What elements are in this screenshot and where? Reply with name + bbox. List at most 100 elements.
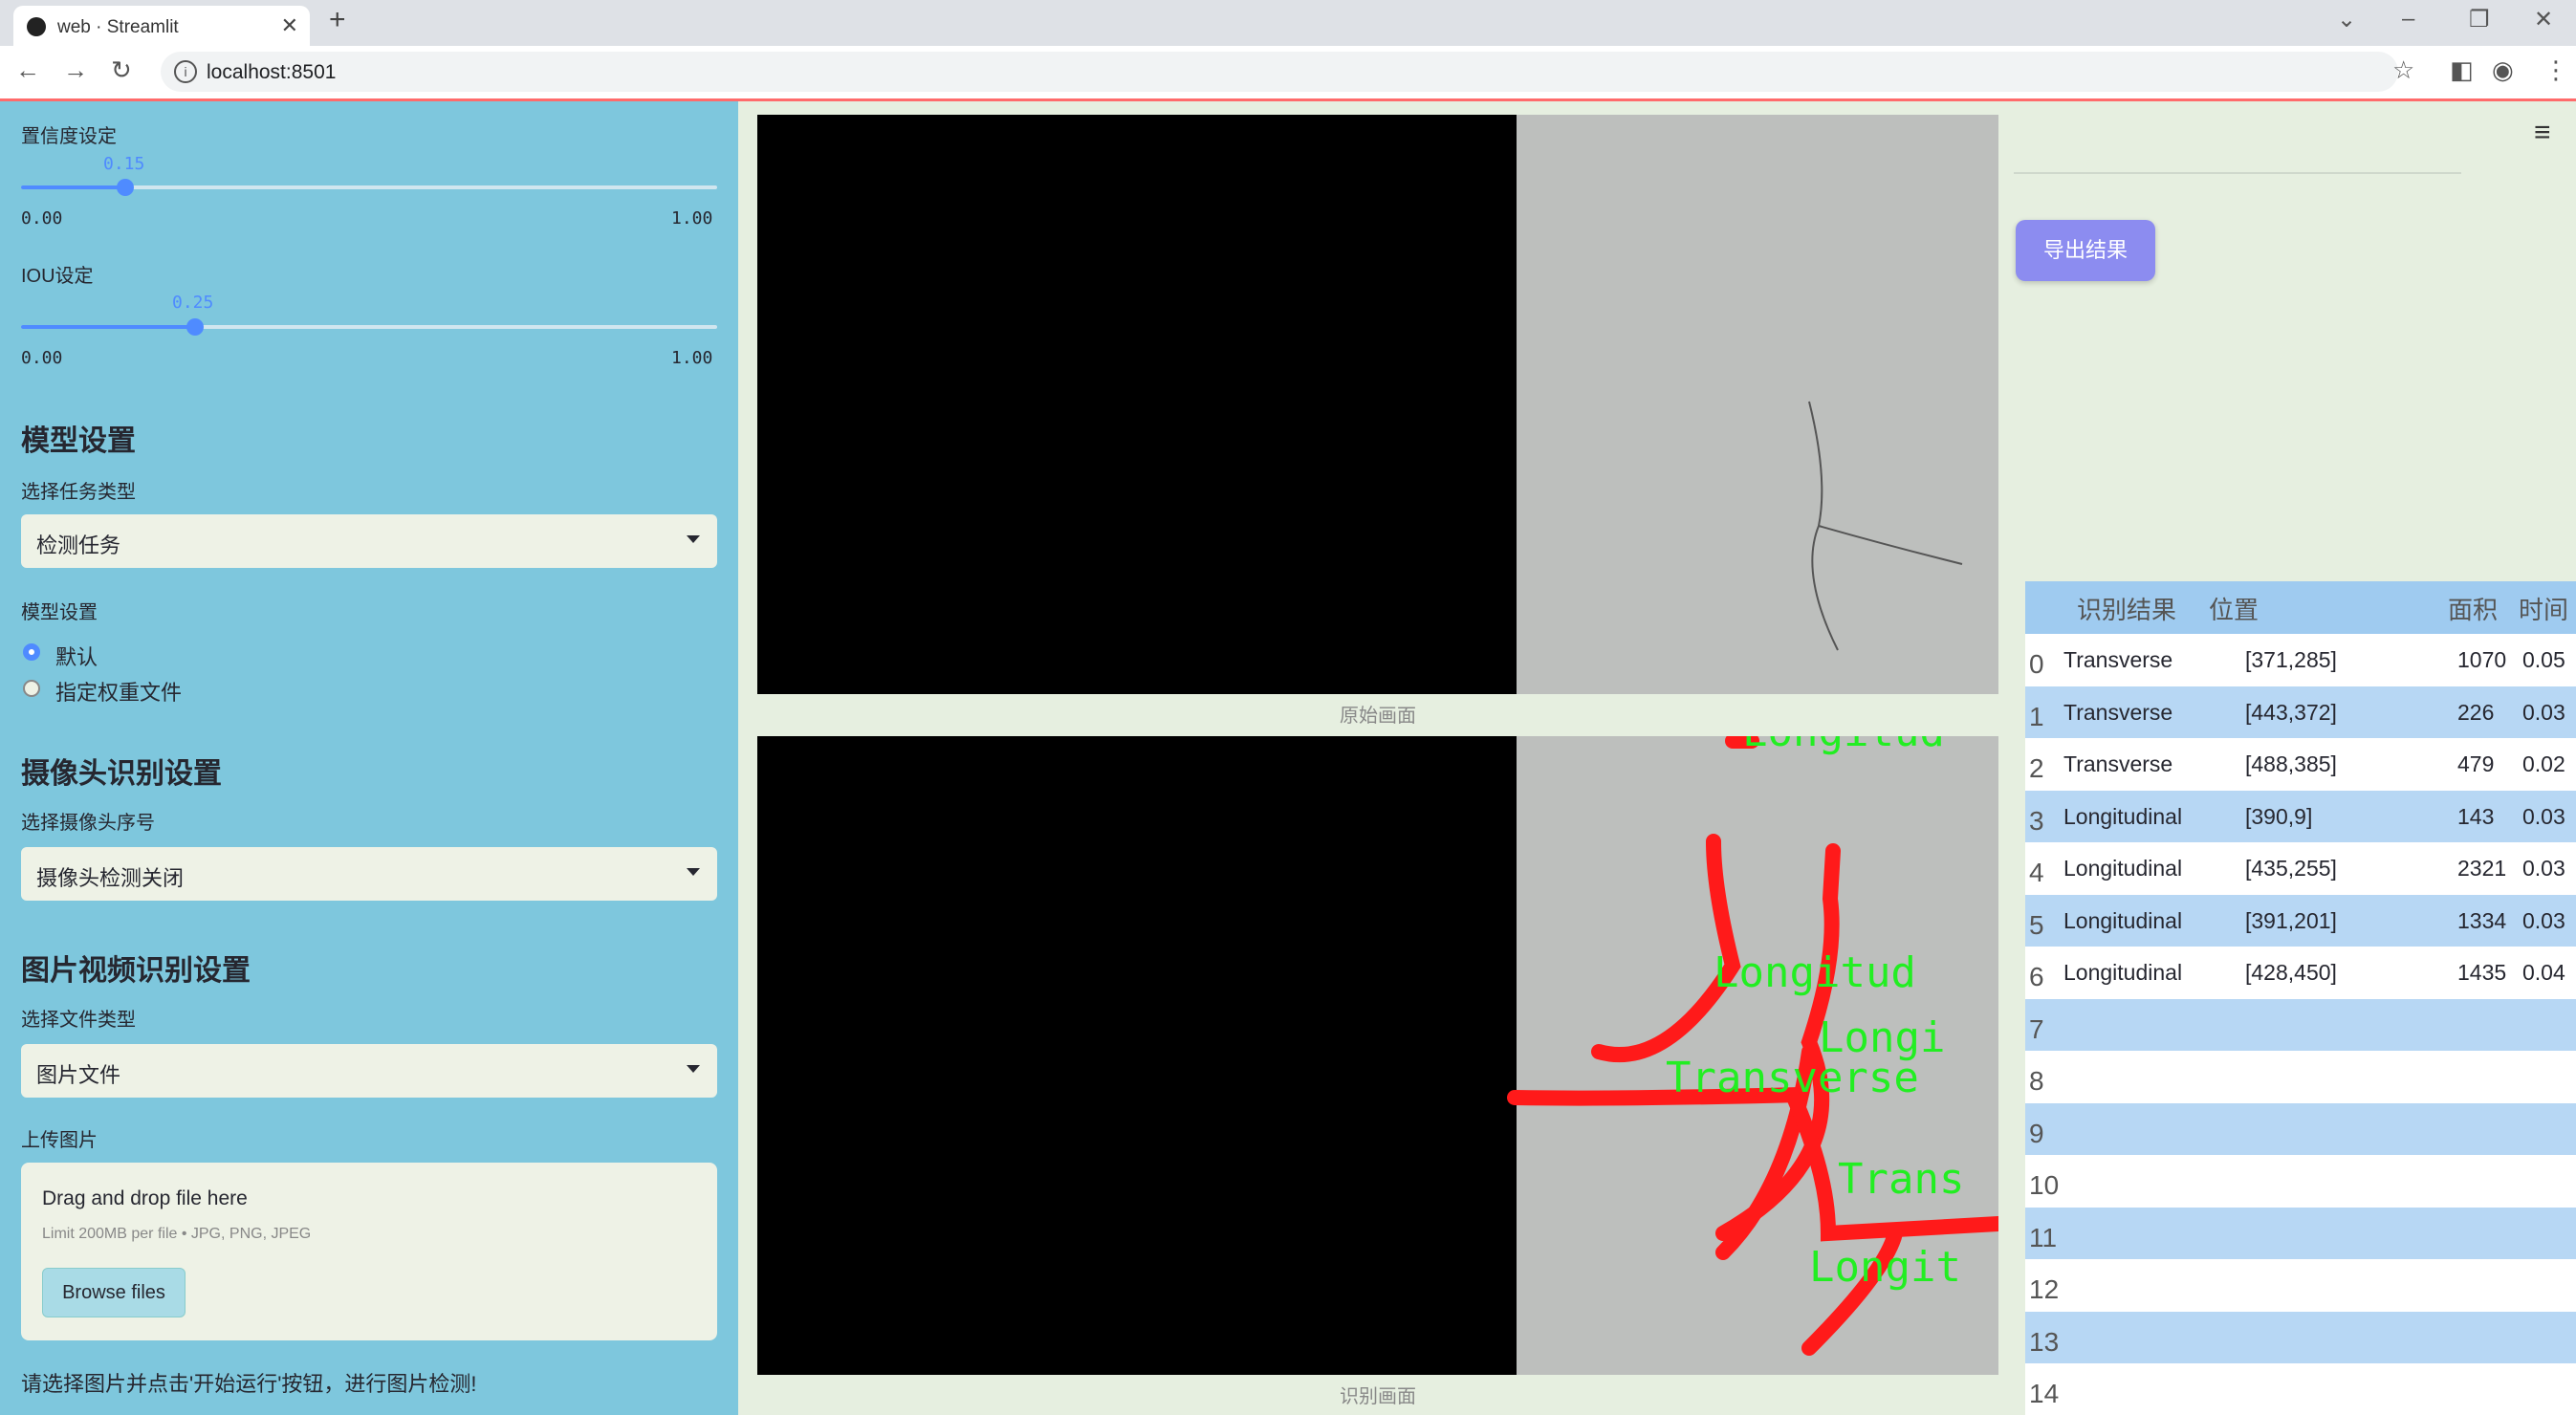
table-row[interactable]: 4 Longitudinal [435,255] 2321 0.03 xyxy=(2025,842,2576,895)
file-section-title: 图片视频识别设置 xyxy=(21,955,251,987)
table-cell-result: Transverse xyxy=(2063,699,2173,725)
table-cell-time: 0.03 xyxy=(2522,907,2565,933)
dropzone-text: Drag and drop file here xyxy=(42,1187,248,1209)
iou-slider-thumb[interactable] xyxy=(186,318,204,336)
model-section-title: 模型设置 xyxy=(21,425,136,457)
url-field[interactable]: i localhost:8501 xyxy=(161,52,2398,92)
table-row[interactable]: 8 xyxy=(2025,1051,2576,1103)
radio-default-label[interactable]: 默认 xyxy=(55,641,98,671)
overlay-label: Transverse xyxy=(1666,1054,1919,1102)
overlay-label: Longit xyxy=(1809,1243,1961,1292)
chrome-menu-icon[interactable]: ⋮ xyxy=(2543,55,2568,85)
confidence-min: 0.00 xyxy=(21,208,63,229)
pavement-texture-original xyxy=(1517,115,1998,694)
camera-select-value: 摄像头检测关闭 xyxy=(36,866,185,890)
radio-default[interactable] xyxy=(23,643,40,661)
result-image: Longitud Longitud Longi Transverse Trans… xyxy=(757,736,1998,1375)
chevron-down-icon xyxy=(687,868,700,876)
table-row[interactable]: 13 xyxy=(2025,1311,2576,1364)
table-row[interactable]: 5 Longitudinal [391,201] 1334 0.03 xyxy=(2025,894,2576,947)
export-results-button[interactable]: 导出结果 xyxy=(2016,220,2155,281)
header-result[interactable]: 识别结果 xyxy=(2077,591,2176,626)
browse-files-button[interactable]: Browse files xyxy=(42,1268,186,1317)
table-cell-idx: 8 xyxy=(2029,1066,2044,1096)
table-cell-time: 0.03 xyxy=(2522,856,2565,881)
close-tab-icon[interactable]: ✕ xyxy=(281,13,298,38)
table-row[interactable]: 0 Transverse [371,285] 1070 0.05 xyxy=(2025,634,2576,686)
table-cell-time: 0.02 xyxy=(2522,751,2565,776)
site-info-icon[interactable]: i xyxy=(174,60,197,83)
confidence-slider-fill xyxy=(21,185,126,189)
header-area[interactable]: 面积 xyxy=(2448,591,2498,626)
table-cell-area: 143 xyxy=(2457,803,2495,829)
original-image xyxy=(757,115,1998,694)
table-row[interactable]: 10 xyxy=(2025,1155,2576,1208)
table-cell-pos: [391,201] xyxy=(2245,907,2337,933)
table-cell-area: 1334 xyxy=(2457,907,2507,933)
file-dropzone[interactable]: Drag and drop file here Limit 200MB per … xyxy=(21,1163,717,1340)
bookmark-star-icon[interactable]: ☆ xyxy=(2392,55,2414,85)
file-type-select[interactable]: 图片文件 xyxy=(21,1044,717,1098)
table-cell-area: 2321 xyxy=(2457,856,2507,881)
camera-index-label: 选择摄像头序号 xyxy=(21,813,155,834)
table-cell-result: Longitudinal xyxy=(2063,960,2183,985)
table-cell-idx: 9 xyxy=(2029,1118,2044,1148)
profile-avatar-icon[interactable]: ◉ xyxy=(2492,55,2514,85)
table-cell-time: 0.05 xyxy=(2522,647,2565,672)
table-row[interactable]: 6 Longitudinal [428,450] 1435 0.04 xyxy=(2025,947,2576,999)
reload-icon[interactable]: ↻ xyxy=(111,55,132,85)
table-cell-pos: [371,285] xyxy=(2245,647,2337,672)
hamburger-menu-icon[interactable]: ≡ xyxy=(2534,117,2551,149)
overlay-label: Trans xyxy=(1838,1155,1964,1204)
streamlit-favicon-icon xyxy=(27,17,46,36)
file-type-value: 图片文件 xyxy=(36,1063,121,1087)
side-panel-icon[interactable]: ◧ xyxy=(2450,55,2474,85)
detection-overlay: Longitud Longitud Longi Transverse Trans… xyxy=(1507,736,1998,1375)
upload-label: 上传图片 xyxy=(21,1130,98,1151)
table-cell-pos: [390,9] xyxy=(2245,803,2313,829)
chevron-down-icon xyxy=(687,535,700,543)
overlay-label: Longitud xyxy=(1742,736,1945,756)
tab-search-chevron-icon[interactable]: ⌄ xyxy=(2337,6,2356,33)
table-row[interactable]: 9 xyxy=(2025,1102,2576,1156)
table-cell-idx: 1 xyxy=(2029,701,2044,731)
new-tab-icon[interactable]: + xyxy=(329,4,346,36)
table-row[interactable]: 2 Transverse [488,385] 479 0.02 xyxy=(2025,738,2576,791)
table-row[interactable]: 11 xyxy=(2025,1207,2576,1260)
table-cell-idx: 10 xyxy=(2029,1170,2060,1200)
confidence-label: 置信度设定 xyxy=(21,126,117,147)
table-cell-idx: 4 xyxy=(2029,858,2044,887)
table-row[interactable]: 3 Longitudinal [390,9] 143 0.03 xyxy=(2025,790,2576,843)
close-window-icon[interactable]: ✕ xyxy=(2534,6,2553,33)
table-cell-time: 0.03 xyxy=(2522,699,2565,725)
results-table[interactable]: 识别结果 位置 面积 时间 0 Transverse [371,285] 1070 0.… xyxy=(2025,581,2576,1415)
table-row[interactable]: 7 xyxy=(2025,998,2576,1052)
back-icon[interactable]: ← xyxy=(15,55,40,85)
table-cell-pos: [435,255] xyxy=(2245,856,2337,881)
table-cell-time: 0.03 xyxy=(2522,803,2565,829)
table-cell-result: Transverse xyxy=(2063,647,2173,672)
forward-icon[interactable]: → xyxy=(63,55,88,85)
table-cell-idx: 3 xyxy=(2029,805,2044,836)
table-row[interactable]: 12 xyxy=(2025,1259,2576,1312)
table-cell-result: Longitudinal xyxy=(2063,856,2183,881)
table-cell-idx: 7 xyxy=(2029,1013,2044,1044)
radio-custom-weights-label[interactable]: 指定权重文件 xyxy=(55,676,182,707)
radio-custom-weights[interactable] xyxy=(23,680,40,697)
divider xyxy=(2014,172,2461,174)
camera-section-title: 摄像头识别设置 xyxy=(21,758,222,790)
task-type-select[interactable]: 检测任务 xyxy=(21,514,717,568)
header-time[interactable]: 时间 xyxy=(2519,591,2568,626)
original-caption: 原始画面 xyxy=(1340,706,1416,727)
header-position[interactable]: 位置 xyxy=(2209,591,2259,626)
model-setting-label: 模型设置 xyxy=(21,602,98,623)
table-row[interactable]: 14 xyxy=(2025,1363,2576,1415)
browser-tab[interactable]: web · Streamlit ✕ xyxy=(13,6,310,46)
minimize-icon[interactable]: – xyxy=(2402,6,2414,33)
table-cell-result: Longitudinal xyxy=(2063,907,2183,933)
restore-icon[interactable]: ❐ xyxy=(2469,6,2490,33)
table-header: 识别结果 位置 面积 时间 xyxy=(2025,581,2576,634)
camera-select[interactable]: 摄像头检测关闭 xyxy=(21,847,717,901)
table-row[interactable]: 1 Transverse [443,372] 226 0.03 xyxy=(2025,686,2576,739)
file-type-label: 选择文件类型 xyxy=(21,1010,136,1031)
